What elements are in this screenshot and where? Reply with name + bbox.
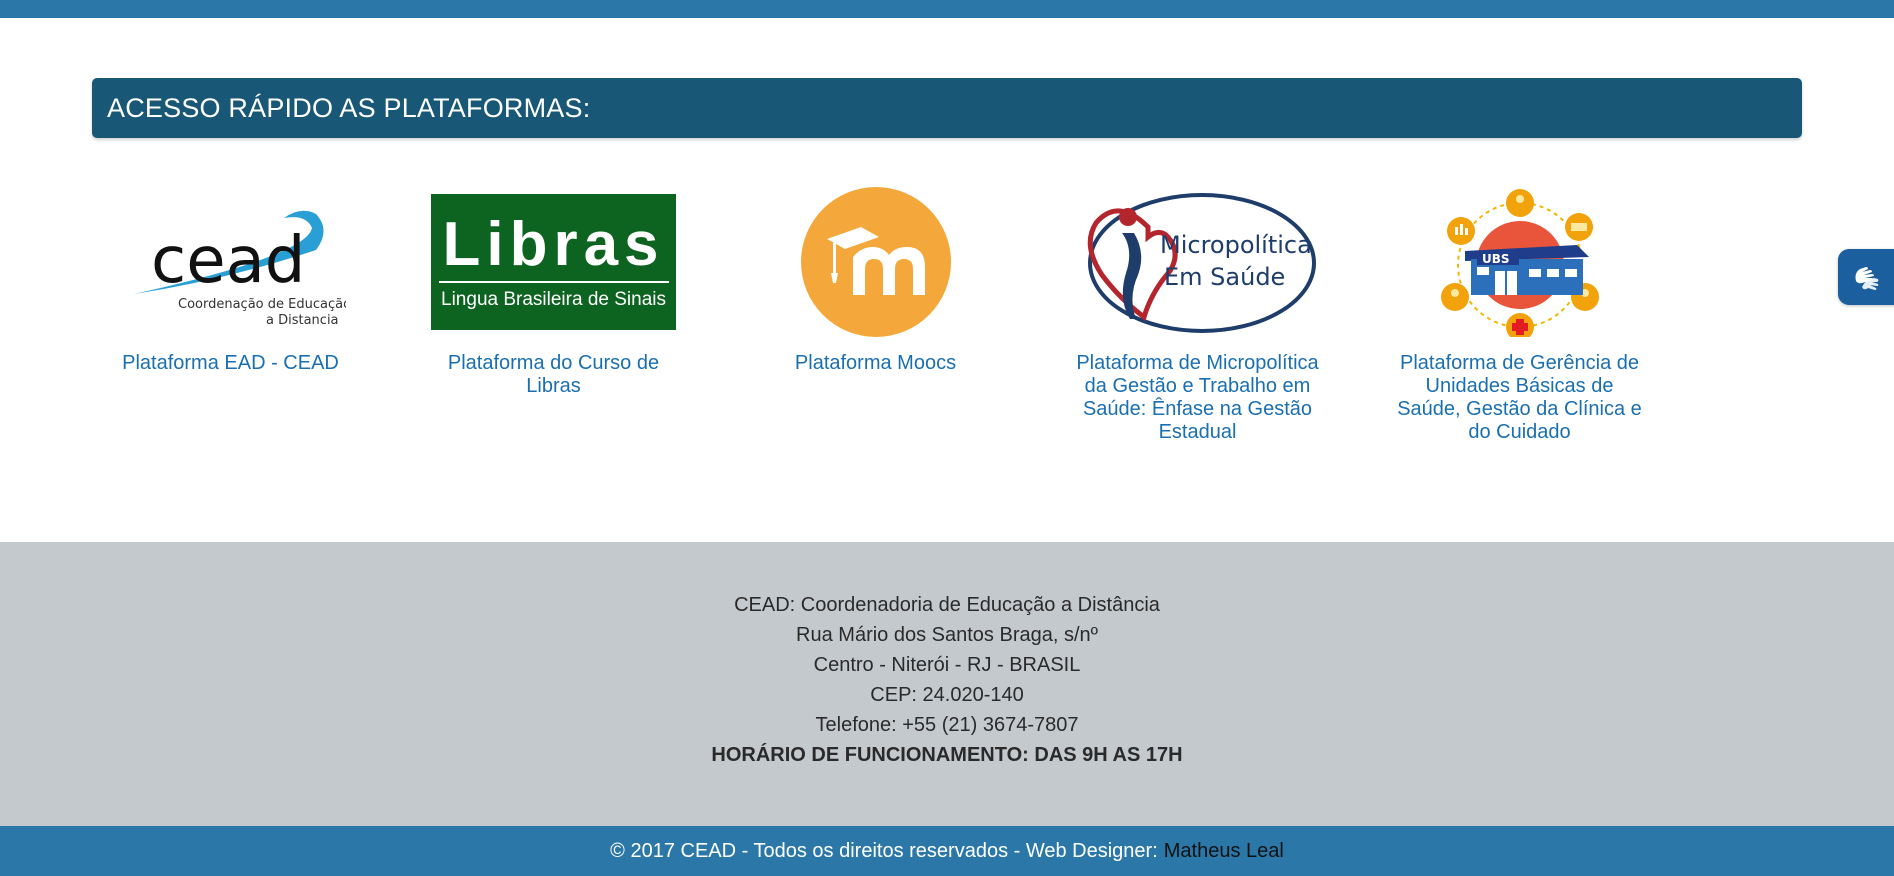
svg-text:a Distancia: a Distancia	[266, 313, 339, 328]
platform-label: Plataforma de Gerência de Unidades Básic…	[1397, 352, 1642, 443]
libras-logo-title: Libras	[442, 210, 665, 279]
top-accent-bar	[0, 0, 1894, 18]
platform-link-moocs[interactable]: Plataforma Moocs	[753, 184, 998, 375]
accessibility-button[interactable]	[1838, 249, 1894, 305]
svg-text:cead: cead	[151, 224, 305, 298]
ubs-logo: UBS	[1397, 184, 1642, 340]
svg-text:Micropolítica: Micropolítica	[1160, 231, 1312, 259]
footer-phone: Telefone: +55 (21) 3674-7807	[815, 714, 1079, 736]
platform-link-ead-cead[interactable]: cead Coordenação de Educação a Distancia…	[108, 184, 353, 375]
web-designer-link[interactable]: Matheus Leal	[1164, 840, 1284, 863]
platform-label: Plataforma do Curso de Libras	[447, 352, 660, 397]
quick-access-header: ACESSO RÁPIDO AS PLATAFORMAS:	[92, 78, 1802, 138]
footer: CEAD: Coordenadoria de Educação a Distân…	[0, 542, 1894, 826]
svg-text:Em Saúde: Em Saúde	[1164, 263, 1285, 291]
platform-label: Plataforma EAD - CEAD	[122, 352, 339, 374]
footer-city: Centro - Niterói - RJ - BRASIL	[813, 654, 1081, 676]
footer-org-name: CEAD: Coordenadoria de Educação a Distân…	[734, 594, 1160, 616]
platform-link-micropolitica[interactable]: Micropolítica Em Saúde Plataforma de Mic…	[1075, 184, 1320, 444]
libras-logo-subtitle: Lingua Brasileira de Sinais	[441, 289, 666, 310]
micropolitica-logo: Micropolítica Em Saúde	[1075, 184, 1320, 340]
copyright-text: © 2017 CEAD - Todos os direitos reservad…	[610, 839, 1158, 862]
platform-link-libras[interactable]: Libras Lingua Brasileira de Sinais Plata…	[431, 184, 676, 398]
platform-label: Plataforma de Micropolítica da Gestão e …	[1076, 352, 1319, 443]
section-title: ACESSO RÁPIDO AS PLATAFORMAS:	[107, 92, 591, 123]
cead-logo: cead Coordenação de Educação a Distancia	[108, 184, 353, 340]
svg-text:Coordenação de Educação: Coordenação de Educação	[178, 297, 346, 312]
moodle-icon	[753, 184, 998, 340]
copyright-bar: © 2017 CEAD - Todos os direitos reservad…	[0, 826, 1894, 876]
sign-language-hands-icon	[1855, 267, 1879, 290]
svg-text:UBS: UBS	[1482, 252, 1510, 266]
libras-logo: Libras Lingua Brasileira de Sinais	[431, 194, 676, 330]
platform-link-ubs[interactable]: UBS Plataforma de Gerência de Unidades B…	[1397, 184, 1642, 444]
platform-label: Plataforma Moocs	[794, 352, 957, 374]
footer-cep: CEP: 24.020-140	[870, 684, 1024, 706]
footer-street: Rua Mário dos Santos Braga, s/nº	[796, 624, 1098, 646]
footer-opening-hours: HORÁRIO DE FUNCIONAMENTO: DAS 9H AS 17H	[711, 744, 1183, 766]
